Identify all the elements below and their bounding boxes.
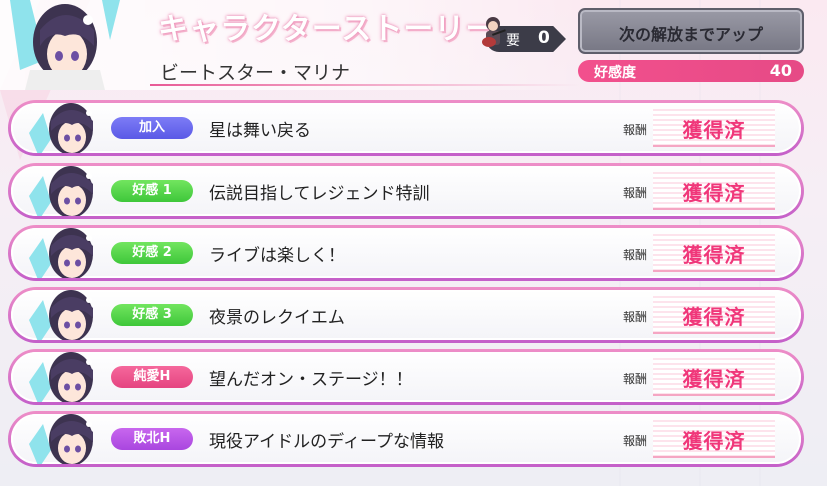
reward-status: 獲得済 [653, 420, 775, 458]
reward-label: 報酬 [623, 248, 648, 262]
character-name: ビートスター・マリナ [160, 62, 351, 84]
affection-label: 好感度 [594, 65, 636, 81]
reward-label: 報酬 [623, 434, 648, 448]
reward-status-text: 獲得済 [682, 243, 746, 267]
story-badge: 好感 3 [111, 304, 193, 326]
character-avatar [29, 228, 93, 278]
reward-status-text: 獲得済 [682, 429, 746, 453]
reward-status-text: 獲得済 [682, 305, 746, 329]
requirement-value: 0 [538, 28, 550, 48]
story-title: 伝説目指してレジェンド特訓 [209, 184, 430, 204]
character-avatar [29, 103, 93, 153]
requirement-indicator: 要 0 [478, 17, 572, 52]
story-badge: 加入 [111, 117, 193, 139]
story-title: 星は舞い戻る [209, 121, 311, 141]
story-badge: 好感 1 [111, 180, 193, 202]
story-badge: 好感 2 [111, 242, 193, 264]
reward-status: 獲得済 [653, 296, 775, 334]
story-badge: 純愛H [111, 366, 193, 388]
character-avatar [29, 166, 93, 216]
unlock-next-button[interactable]: 次の解放までアップ [578, 8, 804, 54]
story-title: ライブは楽しく！ [209, 246, 345, 266]
affection-value: 40 [769, 61, 792, 80]
reward-label: 報酬 [623, 123, 648, 137]
reward-label: 報酬 [623, 372, 648, 386]
character-avatar [29, 290, 93, 340]
story-row-pure-love[interactable]: 純愛H 望んだオン・ステージ！！ 報酬 獲得済 [8, 349, 804, 405]
reward-status-text: 獲得済 [682, 367, 746, 391]
reward-label: 報酬 [623, 310, 648, 324]
reward-status: 獲得済 [653, 358, 775, 396]
story-title: 望んだオン・ステージ！！ [209, 370, 413, 390]
story-row-defeat[interactable]: 敗北H 現役アイドルのディープな情報 報酬 獲得済 [8, 411, 804, 467]
reward-status-text: 獲得済 [682, 118, 746, 142]
character-avatar [29, 414, 93, 464]
story-row-affection-1[interactable]: 好感 1 伝説目指してレジェンド特訓 報酬 獲得済 [8, 163, 804, 219]
character-avatar [29, 352, 93, 402]
guitar-character-icon [482, 17, 506, 47]
reward-status: 獲得済 [653, 172, 775, 210]
story-title: 夜景のレクイエム [209, 308, 345, 328]
reward-status: 獲得済 [653, 234, 775, 272]
page-title: キャラクターストーリー [158, 12, 497, 47]
story-row-affection-2[interactable]: 好感 2 ライブは楽しく！ 報酬 獲得済 [8, 225, 804, 281]
story-badge: 敗北H [111, 428, 193, 450]
story-title: 現役アイドルのディープな情報 [209, 432, 444, 452]
reward-status-text: 獲得済 [682, 181, 746, 205]
affection-bar: 好感度 40 [578, 60, 804, 82]
title-underline [150, 84, 580, 86]
reward-status: 獲得済 [653, 109, 775, 147]
requirement-label: 要 [506, 33, 520, 49]
story-row-join[interactable]: 加入 星は舞い戻る 報酬 獲得済 [8, 100, 804, 156]
character-portrait [10, 0, 120, 90]
unlock-next-label: 次の解放までアップ [618, 25, 763, 44]
reward-label: 報酬 [623, 186, 648, 200]
story-row-affection-3[interactable]: 好感 3 夜景のレクイエム 報酬 獲得済 [8, 287, 804, 343]
